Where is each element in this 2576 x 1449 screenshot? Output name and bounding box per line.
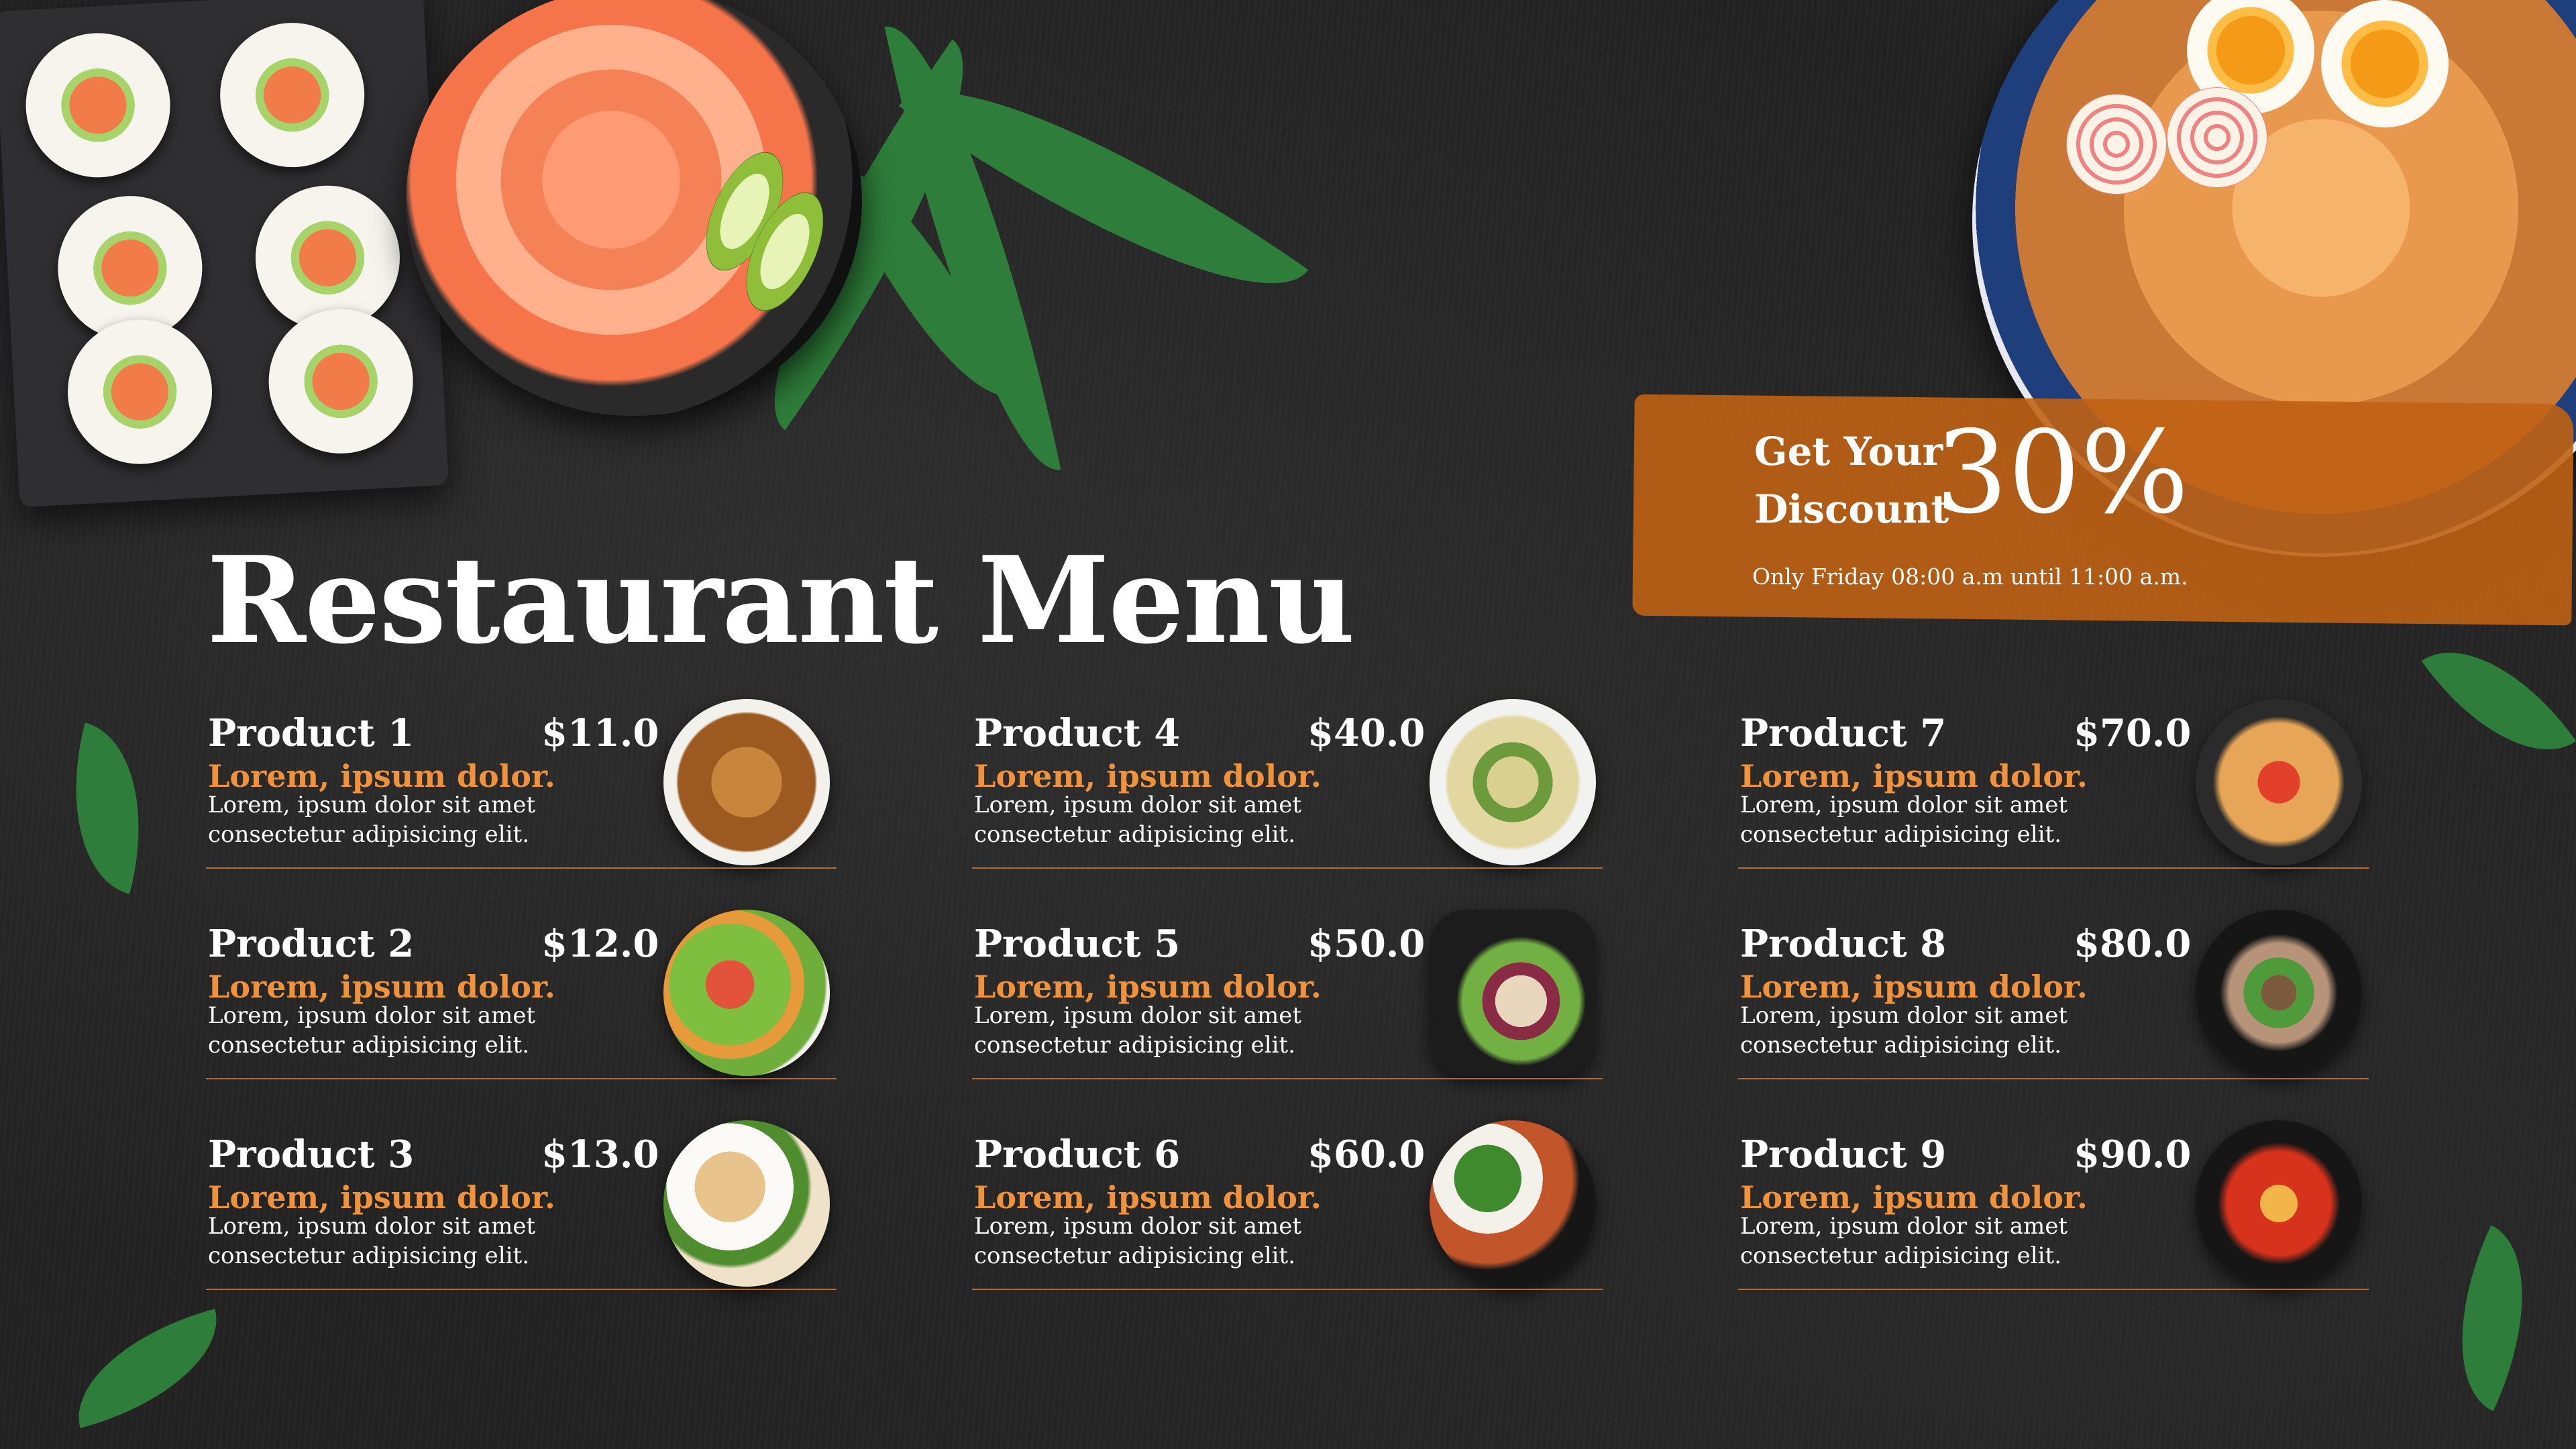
product-subtitle: Lorem, ipsum dolor. [1740,969,2088,1005]
spaghetti-bowl-image [2196,699,2362,865]
noodles-plate-image [663,699,830,865]
product-price: $12.0 [541,922,659,966]
product-description: Lorem, ipsum dolor sit amet consectetur … [1740,1002,2068,1059]
product-name: Product 2 [208,922,415,966]
menu-item[interactable]: Product 2 $12.0 Lorem, ipsum dolor. Lore… [206,902,837,1110]
menu-item[interactable]: Product 5 $50.0 Lorem, ipsum dolor. Lore… [972,902,1603,1110]
product-description: Lorem, ipsum dolor sit amet consectetur … [974,1002,1302,1059]
salad-plate-image [663,910,830,1076]
product-subtitle: Lorem, ipsum dolor. [208,969,555,1005]
menu-item[interactable]: Product 7 $70.0 Lorem, ipsum dolor. Lore… [1738,691,2369,899]
product-subtitle: Lorem, ipsum dolor. [208,758,555,794]
divider [206,867,837,869]
chicken-rice-plate-image [663,1120,830,1287]
discount-label: Get Your Discount [1754,429,1949,532]
menu-item[interactable]: Product 6 $60.0 Lorem, ipsum dolor. Lore… [972,1112,1603,1320]
sushi-roll [265,305,417,458]
leaf-decoration [2421,614,2576,788]
divider [206,1078,837,1079]
sushi-roll [64,316,216,468]
divider [1738,1289,2369,1290]
product-price: $70.0 [2074,711,2192,755]
divider [972,867,1603,869]
divider [972,1078,1603,1079]
sushi-roll [216,19,368,171]
product-name: Product 6 [974,1132,1181,1177]
product-description: Lorem, ipsum dolor sit amet consectetur … [208,1002,536,1059]
product-description: Lorem, ipsum dolor sit amet consectetur … [1740,792,2068,848]
gnocchi-plate-image [1430,699,1596,865]
product-price: $13.0 [541,1132,659,1177]
product-price: $80.0 [2074,922,2192,966]
menu-item[interactable]: Product 9 $90.0 Lorem, ipsum dolor. Lore… [1738,1112,2369,1320]
kebab-plate-image [1430,910,1596,1076]
product-price: $50.0 [1307,922,1426,966]
divider [1738,867,2369,869]
sushi-roll [22,29,174,181]
discount-percent: 30% [1935,407,2189,539]
divider [206,1289,837,1290]
page-title: Restaurant Menu [207,530,1355,670]
product-price: $90.0 [2074,1132,2192,1177]
leaf-decoration [59,1308,236,1429]
product-description: Lorem, ipsum dolor sit amet consectetur … [208,792,536,848]
menu-item[interactable]: Product 4 $40.0 Lorem, ipsum dolor. Lore… [972,691,1603,899]
product-description: Lorem, ipsum dolor sit amet consectetur … [208,1213,536,1269]
product-description: Lorem, ipsum dolor sit amet consectetur … [974,1213,1302,1269]
product-description: Lorem, ipsum dolor sit amet consectetur … [974,792,1302,848]
menu-item[interactable]: Product 3 $13.0 Lorem, ipsum dolor. Lore… [206,1112,837,1320]
product-name: Product 4 [974,711,1181,755]
product-name: Product 8 [1740,922,1947,966]
product-price: $11.0 [541,711,659,755]
leaf-decoration [2420,1225,2565,1411]
divider [1738,1078,2369,1079]
product-description: Lorem, ipsum dolor sit amet consectetur … [1740,1213,2068,1269]
product-price: $40.0 [1307,711,1426,755]
product-name: Product 5 [974,922,1181,966]
product-subtitle: Lorem, ipsum dolor. [1740,1179,2088,1216]
discount-note: Only Friday 08:00 a.m until 11:00 a.m. [1752,564,2188,590]
product-name: Product 1 [208,711,415,755]
product-subtitle: Lorem, ipsum dolor. [974,1179,1322,1216]
spicy-tofu-bowl-image [2196,1120,2362,1287]
egg [2321,0,2449,127]
product-subtitle: Lorem, ipsum dolor. [974,969,1322,1005]
broccoli-chicken-bowl-image [1430,1120,1596,1287]
product-name: Product 9 [1740,1132,1947,1177]
stir-fry-bowl-image [2196,910,2362,1076]
menu-item[interactable]: Product 1 $11.0 Lorem, ipsum dolor. Lore… [206,691,837,899]
leaf-decoration [45,722,170,894]
naruto [2066,94,2167,195]
product-subtitle: Lorem, ipsum dolor. [208,1179,555,1216]
divider [972,1289,1603,1290]
naruto [2167,87,2267,188]
product-subtitle: Lorem, ipsum dolor. [1740,758,2088,794]
product-subtitle: Lorem, ipsum dolor. [974,758,1322,794]
sashimi-bowl-image [406,0,862,416]
product-name: Product 3 [208,1132,415,1177]
sushi-slate-image [0,0,449,508]
product-name: Product 7 [1740,711,1947,755]
menu-item[interactable]: Product 8 $80.0 Lorem, ipsum dolor. Lore… [1738,902,2369,1110]
product-price: $60.0 [1307,1132,1426,1177]
